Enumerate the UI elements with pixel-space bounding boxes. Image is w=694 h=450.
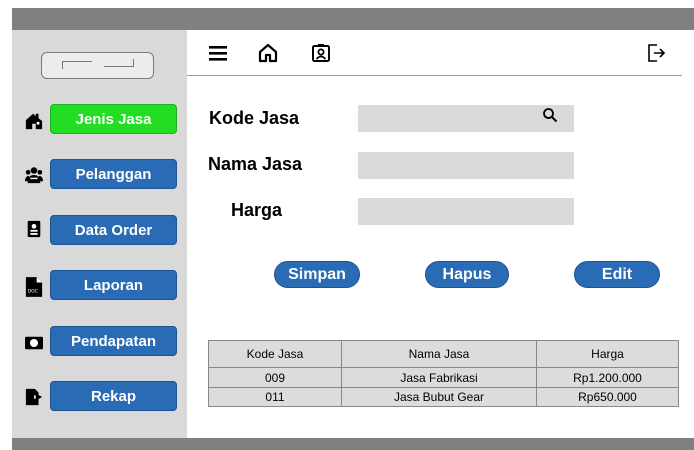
logout-icon[interactable] — [645, 42, 667, 64]
table-cell: Rp650.000 — [536, 387, 679, 407]
file-export-icon — [25, 388, 43, 406]
simpan-button[interactable]: Simpan — [274, 261, 360, 288]
hapus-button[interactable]: Hapus — [425, 261, 509, 288]
harga-input[interactable] — [358, 198, 574, 225]
table-cell: 011 — [208, 387, 342, 407]
sidebar-item-pendapatan[interactable]: Pendapatan — [50, 326, 177, 356]
sidebar: Jenis Jasa Pelanggan Data Order DOC Lapo… — [12, 30, 187, 438]
sidebar-item-laporan[interactable]: Laporan — [50, 270, 177, 300]
users-icon — [25, 167, 43, 184]
table-cell: Jasa Fabrikasi — [341, 367, 537, 388]
column-header-kode-jasa: Kode Jasa — [208, 340, 342, 368]
sidebar-item-data-order[interactable]: Data Order — [50, 215, 177, 245]
kode-jasa-label: Kode Jasa — [209, 108, 300, 128]
doc-file-icon: DOC — [25, 277, 43, 297]
menu-icon[interactable] — [207, 42, 229, 64]
table-row[interactable]: 009 Jasa Fabrikasi Rp1.200.000 — [208, 367, 679, 388]
column-header-nama-jasa: Nama Jasa — [341, 340, 537, 368]
nama-jasa-label: Nama Jasa — [208, 154, 303, 174]
house-icon — [25, 113, 43, 130]
nama-jasa-input[interactable] — [358, 152, 574, 179]
header-toolbar — [187, 30, 682, 76]
sidebar-item-pelanggan[interactable]: Pelanggan — [50, 159, 177, 189]
jasa-table: Kode Jasa Nama Jasa Harga 009 Jasa Fabri… — [208, 340, 679, 407]
column-header-harga: Harga — [536, 340, 679, 368]
sidebar-item-rekap[interactable]: Rekap — [50, 381, 177, 411]
user-id-icon[interactable] — [310, 42, 332, 64]
search-icon[interactable] — [542, 107, 558, 123]
table-cell: Jasa Bubut Gear — [341, 387, 537, 407]
window-top-bar — [12, 8, 694, 30]
money-icon — [25, 336, 43, 350]
home-icon[interactable] — [257, 42, 279, 64]
edit-button[interactable]: Edit — [574, 261, 660, 288]
window-bottom-bar — [12, 438, 694, 450]
harga-label: Harga — [231, 200, 283, 220]
table-cell: Rp1.200.000 — [536, 367, 679, 388]
table-cell: 009 — [208, 367, 342, 388]
table-row[interactable]: 011 Jasa Bubut Gear Rp650.000 — [208, 387, 679, 407]
svg-text:DOC: DOC — [28, 288, 38, 294]
sidebar-item-jenis-jasa[interactable]: Jenis Jasa — [50, 104, 177, 134]
logo-placeholder — [41, 52, 154, 79]
clipboard-icon — [27, 220, 41, 238]
table-header-row: Kode Jasa Nama Jasa Harga — [208, 340, 679, 368]
